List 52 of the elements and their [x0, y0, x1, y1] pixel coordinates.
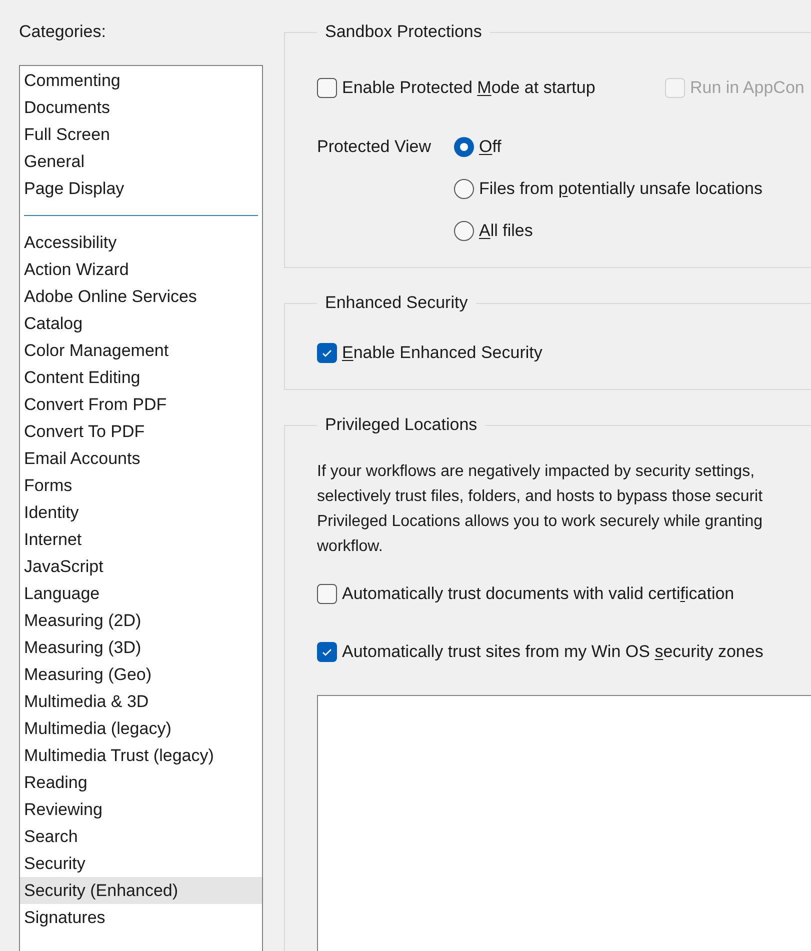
- category-item[interactable]: Email Accounts: [20, 445, 262, 472]
- radio-option[interactable]: All files: [454, 217, 762, 245]
- category-item[interactable]: Identity: [20, 499, 262, 526]
- checkbox-square-icon: [665, 78, 685, 98]
- category-item[interactable]: Multimedia Trust (legacy): [20, 742, 262, 769]
- category-item[interactable]: Reading: [20, 769, 262, 796]
- category-item[interactable]: JavaScript: [20, 553, 262, 580]
- category-item[interactable]: Page Display: [20, 175, 262, 202]
- group-title: Sandbox Protections: [324, 21, 483, 43]
- category-item[interactable]: Adobe Online Services: [20, 283, 262, 310]
- category-item[interactable]: Convert From PDF: [20, 391, 262, 418]
- category-item[interactable]: Catalog: [20, 310, 262, 337]
- category-item[interactable]: Forms: [20, 472, 262, 499]
- radio-icon: [454, 221, 474, 241]
- categories-label: Categories:: [19, 21, 107, 43]
- radio-option[interactable]: Files from potentially unsafe locations: [454, 175, 762, 203]
- category-item[interactable]: Content Editing: [20, 364, 262, 391]
- checkmark-icon: [317, 343, 337, 363]
- category-item[interactable]: Measuring (Geo): [20, 661, 262, 688]
- checkmark-icon: [317, 642, 337, 662]
- radio-option[interactable]: Off: [454, 133, 762, 161]
- category-item[interactable]: Full Screen: [20, 121, 262, 148]
- checkbox-square-icon: [317, 78, 337, 98]
- category-item[interactable]: Accessibility: [20, 229, 262, 256]
- category-item[interactable]: Signatures: [20, 904, 262, 931]
- category-item[interactable]: Color Management: [20, 337, 262, 364]
- description-text: If your workflows are negatively impacted by security settings, selectively trust files, folders, and hosts to bypass those securit Privileged Locations allows you to work securely while granting workflow.: [317, 462, 764, 557]
- radio-icon: [454, 137, 474, 157]
- category-item[interactable]: Convert To PDF: [20, 418, 262, 445]
- category-item[interactable]: Reviewing: [20, 796, 262, 823]
- checkbox-square-icon: [317, 584, 337, 604]
- category-item[interactable]: Commenting: [20, 67, 262, 94]
- checkbox[interactable]: Automatically trust sites from my Win OS security zones: [317, 638, 811, 666]
- checkbox[interactable]: Enable Enhanced Security: [317, 339, 811, 367]
- group-title: Enhanced Security: [324, 292, 469, 314]
- checkbox[interactable]: Automatically trust documents with valid certification: [317, 580, 811, 608]
- group-title: Privileged Locations: [324, 414, 478, 436]
- checkbox[interactable]: Enable Protected Mode at startup: [317, 74, 665, 102]
- category-item[interactable]: Measuring (2D): [20, 607, 262, 634]
- category-item[interactable]: Documents: [20, 94, 262, 121]
- category-item[interactable]: Security (Enhanced): [20, 877, 262, 904]
- category-item[interactable]: Search: [20, 823, 262, 850]
- category-item[interactable]: Internet: [20, 526, 262, 553]
- protected-view-label: Protected View: [317, 136, 432, 158]
- category-item[interactable]: General: [20, 148, 262, 175]
- category-item[interactable]: Security: [20, 850, 262, 877]
- category-item[interactable]: Multimedia (legacy): [20, 715, 262, 742]
- radio-icon: [454, 179, 474, 199]
- category-item[interactable]: Measuring (3D): [20, 634, 262, 661]
- category-item[interactable]: Multimedia & 3D: [20, 688, 262, 715]
- category-item[interactable]: Language: [20, 580, 262, 607]
- category-item[interactable]: Action Wizard: [20, 256, 262, 283]
